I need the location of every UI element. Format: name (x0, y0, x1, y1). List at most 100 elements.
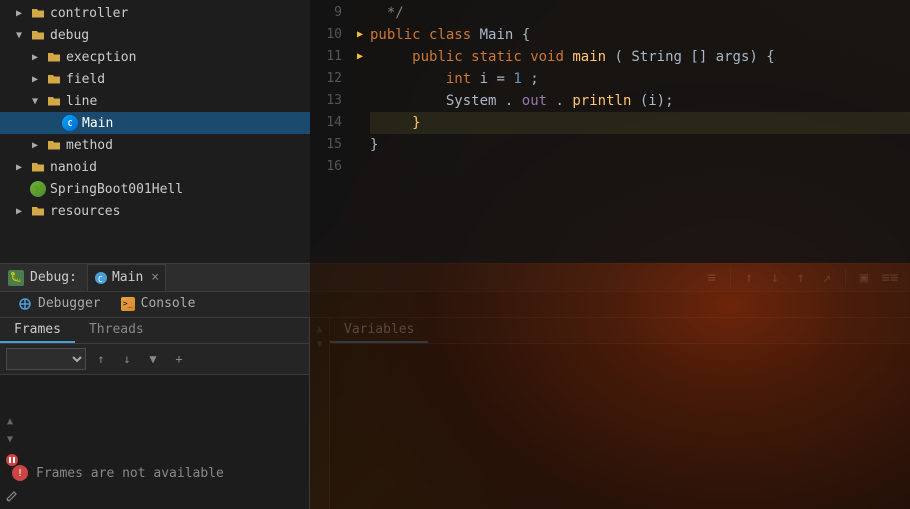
scroll-arrows-area: ▲ ▼ (0, 411, 309, 449)
file-tree-sidebar: controller debug (0, 0, 310, 263)
folder-icon (30, 204, 46, 218)
debug-run-icon[interactable] (3, 451, 21, 469)
sidebar-item-label: controller (50, 6, 128, 21)
sidebar-item-main[interactable]: C Main (0, 112, 310, 134)
scroll-down-arrow[interactable]: ▼ (2, 431, 18, 447)
marker-13 (350, 90, 370, 112)
code-comment: */ (370, 5, 404, 21)
bug-icon (18, 297, 32, 311)
debugger-tab-label: Debugger (38, 296, 101, 311)
frames-up-btn[interactable]: ↑ (90, 348, 112, 370)
line-num-12: 12 (310, 68, 342, 90)
arrow-icon (16, 30, 30, 41)
svg-text:C: C (98, 275, 103, 284)
console-icon: >_ (121, 297, 135, 311)
folder-icon (46, 138, 62, 152)
marker-14 (350, 112, 370, 134)
code-line-16 (370, 156, 910, 178)
system-class: System (446, 93, 497, 109)
method-name: main (572, 49, 606, 65)
tab-debugger[interactable]: Debugger (8, 292, 111, 317)
keyword-public: public (412, 49, 463, 65)
sidebar-item-controller[interactable]: controller (0, 2, 310, 24)
line-num-10: 10 (310, 24, 342, 46)
java-file-icon: C (62, 115, 78, 131)
frames-down-btn[interactable]: ↓ (116, 348, 138, 370)
keyword-int: int (446, 71, 471, 87)
tab-threads[interactable]: Threads (75, 318, 158, 343)
keyword-void: void (530, 49, 564, 65)
line-numbers: 9 10 11 12 13 14 15 16 (310, 0, 350, 263)
code-line-11: public static void main ( String [] args… (370, 46, 910, 68)
param-type: String (631, 49, 682, 65)
marker-9 (350, 2, 370, 24)
sidebar-item-nanoid[interactable]: nanoid (0, 156, 310, 178)
code-line-14: } (370, 112, 910, 134)
marker-11[interactable]: ▶ (350, 46, 370, 68)
main-tab[interactable]: C Main × (87, 264, 166, 292)
close-tab-button[interactable]: × (151, 270, 159, 285)
keyword-public: public (370, 27, 421, 43)
run-icon-svg (5, 453, 19, 467)
arrow-icon (32, 74, 46, 85)
code-content: */ public class Main { public (370, 0, 910, 263)
frames-empty-message: ! Frames are not available (0, 457, 309, 489)
sidebar-item-label: nanoid (50, 160, 97, 175)
scroll-up-arrow[interactable]: ▲ (2, 413, 18, 429)
sidebar-item-resources[interactable]: resources (0, 200, 310, 222)
sidebar-item-label: line (66, 94, 97, 109)
keyword-class: class (429, 27, 471, 43)
sidebar-item-debug[interactable]: debug (0, 24, 310, 46)
frames-select[interactable] (6, 348, 86, 370)
sidebar-item-label: Main (82, 116, 113, 131)
main-tab-label: Main (112, 270, 143, 285)
line-num-15: 15 (310, 134, 342, 156)
debug-pen-icon[interactable] (3, 487, 21, 505)
sidebar-item-label: execption (66, 50, 136, 65)
tab-frames[interactable]: Frames (0, 318, 75, 343)
arrow-icon (32, 96, 46, 107)
code-line-13: System . out . println (i); (370, 90, 910, 112)
out-field: out (522, 93, 547, 109)
closing-brace: } (412, 115, 420, 131)
line-num-13: 13 (310, 90, 342, 112)
sidebar-item-field[interactable]: field (0, 68, 310, 90)
pen-icon-svg (5, 489, 19, 503)
frames-empty-text: Frames are not available (36, 466, 224, 481)
folder-icon (46, 72, 62, 86)
frames-add-btn[interactable]: + (168, 348, 190, 370)
frames-filter-btn[interactable]: ▼ (142, 348, 164, 370)
sidebar-item-execption[interactable]: execption (0, 46, 310, 68)
left-side-icons (0, 447, 24, 509)
console-tab-label: Console (141, 296, 196, 311)
code-editor-area: 9 10 11 12 13 14 15 16 ▶ ▶ (310, 0, 910, 263)
closing-brace-class: } (370, 137, 378, 153)
frames-toolbar: ↑ ↓ ▼ + (0, 344, 309, 375)
arrow-icon (16, 8, 30, 19)
debug-title: Debug: (30, 270, 77, 285)
marker-12 (350, 68, 370, 90)
debug-icon: 🐛 (8, 270, 24, 286)
folder-icon (30, 6, 46, 20)
frames-panel: Frames Threads ↑ ↓ ▼ + ▲ (0, 318, 310, 509)
sidebar-item-line[interactable]: line (0, 90, 310, 112)
keyword-static: static (471, 49, 522, 65)
folder-icon (46, 94, 62, 108)
arrow-icon (32, 140, 46, 151)
frames-panel-tabs: Frames Threads (0, 318, 309, 344)
line-num-9: 9 (310, 2, 342, 24)
number-1: 1 (513, 71, 521, 87)
line-num-11: 11 (310, 46, 342, 68)
sidebar-item-springboot[interactable]: 🌿 SpringBoot001Hell (0, 178, 310, 200)
marker-10[interactable]: ▶ (350, 24, 370, 46)
code-line-12: int i = 1 ; (370, 68, 910, 90)
tab-console[interactable]: >_ Console (111, 292, 206, 317)
scroll-up-down: ▲ ▼ (0, 411, 20, 449)
sidebar-item-label: SpringBoot001Hell (50, 182, 183, 197)
line-num-14: 14 (310, 112, 342, 134)
folder-icon (30, 28, 46, 42)
sidebar-item-method[interactable]: method (0, 134, 310, 156)
code-line-10: public class Main { (370, 24, 910, 46)
code-line-9: */ (370, 2, 910, 24)
arrow-icon (16, 162, 30, 173)
